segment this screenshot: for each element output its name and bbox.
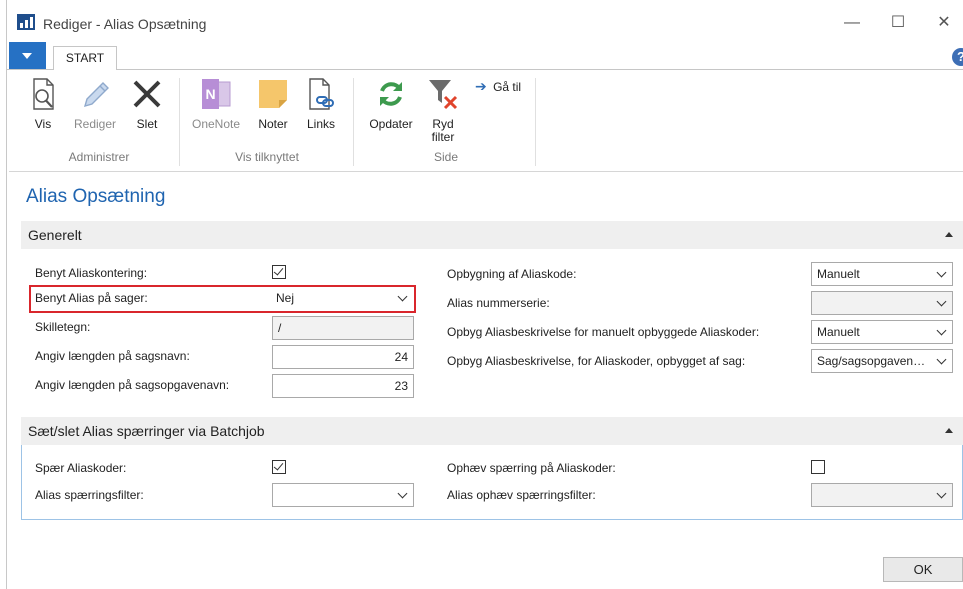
chevron-down-icon bbox=[938, 358, 946, 366]
delete-x-icon bbox=[129, 76, 165, 112]
section-header-batchjob[interactable]: Sæt/slet Alias spærringer via Batchjob bbox=[21, 417, 963, 445]
select-value: Sag/sagsopgaven… bbox=[817, 354, 926, 368]
collapse-caret-icon[interactable] bbox=[945, 428, 953, 433]
app-logo-icon bbox=[17, 14, 35, 30]
label-benyt-aliaskontering: Benyt Aliaskontering: bbox=[35, 266, 148, 280]
links-icon bbox=[303, 76, 339, 112]
tab-start[interactable]: START bbox=[53, 46, 117, 71]
input-skilletegn[interactable]: / bbox=[272, 316, 414, 340]
note-icon bbox=[255, 76, 291, 112]
page-title: Alias Opsætning bbox=[26, 186, 166, 207]
chevron-down-icon bbox=[938, 329, 946, 337]
view-icon bbox=[25, 76, 61, 112]
section-generelt: Generelt Benyt Aliaskontering: Benyt Ali… bbox=[21, 221, 963, 401]
title-bar: Rediger - Alias Opsætning — ☐ ✕ bbox=[7, 0, 963, 42]
section-title: Generelt bbox=[28, 227, 82, 243]
onenote-label: OneNote bbox=[191, 117, 241, 131]
section-batchjob: Sæt/slet Alias spærringer via Batchjob S… bbox=[21, 417, 963, 520]
chevron-down-icon bbox=[938, 271, 946, 279]
rediger-label: Rediger bbox=[73, 117, 117, 131]
select-value: Nej bbox=[276, 291, 295, 305]
links-button[interactable]: Links bbox=[301, 76, 341, 140]
gaa-til-label: Gå til bbox=[493, 80, 522, 94]
noter-label: Noter bbox=[258, 117, 288, 131]
select-alias-ophaev-filter[interactable] bbox=[811, 483, 953, 507]
ribbon: Vis Rediger Slet Administrer N OneNote N… bbox=[9, 70, 963, 172]
chevron-down-icon bbox=[938, 492, 946, 500]
clear-filter-icon bbox=[425, 76, 461, 112]
select-alias-nummerserie[interactable] bbox=[811, 291, 953, 315]
rediger-button[interactable]: Rediger bbox=[69, 76, 121, 140]
onenote-button[interactable]: N OneNote bbox=[187, 76, 245, 140]
window: Rediger - Alias Opsætning — ☐ ✕ START ? … bbox=[6, 0, 963, 589]
go-to-arrow-icon: ➔ bbox=[475, 78, 487, 94]
select-opbyg-beskr-manuelt[interactable]: Manuelt bbox=[811, 320, 953, 344]
ok-button[interactable]: OK bbox=[883, 557, 963, 582]
svg-text:N: N bbox=[205, 86, 215, 102]
label-laengde-sagsnavn: Angiv længden på sagsnavn: bbox=[35, 349, 190, 363]
chevron-down-icon bbox=[399, 295, 407, 303]
opdater-label: Opdater bbox=[369, 117, 413, 131]
label-opbyg-beskr-manuelt: Opbyg Aliasbeskrivelse for manuelt opbyg… bbox=[447, 325, 760, 339]
file-menu-button[interactable] bbox=[9, 42, 46, 69]
refresh-icon bbox=[373, 76, 409, 112]
group-separator bbox=[535, 78, 536, 166]
noter-button[interactable]: Noter bbox=[253, 76, 293, 140]
chevron-down-icon bbox=[399, 492, 407, 500]
checkbox-ophaev-spaerring[interactable] bbox=[811, 460, 825, 474]
checkmark-icon bbox=[273, 460, 284, 471]
label-alias-ophaev-filter: Alias ophæv spærringsfilter: bbox=[447, 488, 596, 502]
checkbox-spaer-aliaskoder[interactable] bbox=[272, 460, 286, 474]
select-opbyg-beskr-sag[interactable]: Sag/sagsopgaven… bbox=[811, 349, 953, 373]
opdater-button[interactable]: Opdater bbox=[363, 76, 419, 140]
slet-label: Slet bbox=[136, 117, 158, 131]
label-alias-spaerringsfilter: Alias spærringsfilter: bbox=[35, 488, 144, 502]
input-laengde-sagsopgavenavn[interactable]: 23 bbox=[272, 374, 414, 398]
checkbox-benyt-aliaskontering[interactable] bbox=[272, 265, 286, 279]
section-title: Sæt/slet Alias spærringer via Batchjob bbox=[28, 423, 265, 439]
select-opbygning-aliaskode[interactable]: Manuelt bbox=[811, 262, 953, 286]
select-benyt-alias-paa-sager[interactable]: Nej bbox=[271, 287, 413, 311]
gaa-til-button[interactable]: ➔ Gå til bbox=[475, 78, 521, 96]
slet-button[interactable]: Slet bbox=[127, 76, 167, 140]
edit-pencil-icon bbox=[77, 76, 113, 112]
label-alias-nummerserie: Alias nummerserie: bbox=[447, 296, 550, 310]
group-label-side: Side bbox=[433, 150, 459, 164]
help-icon[interactable]: ? bbox=[952, 48, 963, 66]
minimize-button[interactable]: — bbox=[837, 10, 867, 36]
label-opbyg-beskr-sag: Opbyg Aliasbeskrivelse, for Aliaskoder, … bbox=[447, 354, 746, 368]
select-alias-spaerringsfilter[interactable] bbox=[272, 483, 414, 507]
label-ophaev-spaerring: Ophæv spærring på Aliaskoder: bbox=[447, 461, 616, 475]
maximize-button[interactable]: ☐ bbox=[883, 10, 913, 36]
window-title: Rediger - Alias Opsætning bbox=[43, 16, 207, 32]
ryd-filter-button[interactable]: Ryd filter bbox=[421, 76, 465, 144]
ribbon-tabs: START ? bbox=[7, 42, 963, 71]
label-spaer-aliaskoder: Spær Aliaskoder: bbox=[35, 461, 127, 475]
close-button[interactable]: ✕ bbox=[929, 10, 959, 36]
collapse-caret-icon[interactable] bbox=[945, 232, 953, 237]
input-laengde-sagsnavn[interactable]: 24 bbox=[272, 345, 414, 369]
ryd-filter-label: Ryd filter bbox=[431, 117, 455, 144]
onenote-icon: N bbox=[198, 76, 234, 112]
group-separator bbox=[179, 78, 180, 166]
checkmark-icon bbox=[273, 265, 284, 276]
chevron-down-icon bbox=[938, 300, 946, 308]
label-benyt-alias-paa-sager: Benyt Alias på sager: bbox=[35, 291, 148, 305]
group-label-administrer: Administrer bbox=[68, 150, 130, 164]
group-label-vis-tilknyttet: Vis tilknyttet bbox=[235, 150, 299, 164]
label-laengde-sagsopgavenavn: Angiv længden på sagsopgavenavn: bbox=[35, 378, 230, 392]
label-skilletegn: Skilletegn: bbox=[35, 320, 91, 334]
vis-button[interactable]: Vis bbox=[23, 76, 63, 140]
select-value: Manuelt bbox=[817, 267, 860, 281]
select-value: Manuelt bbox=[817, 325, 860, 339]
section-header-generelt[interactable]: Generelt bbox=[21, 221, 963, 249]
links-label: Links bbox=[306, 117, 335, 131]
vis-label: Vis bbox=[34, 117, 52, 131]
group-separator bbox=[353, 78, 354, 166]
label-opbygning-aliaskode: Opbygning af Aliaskode: bbox=[447, 267, 577, 281]
dropdown-triangle-icon bbox=[22, 53, 32, 59]
